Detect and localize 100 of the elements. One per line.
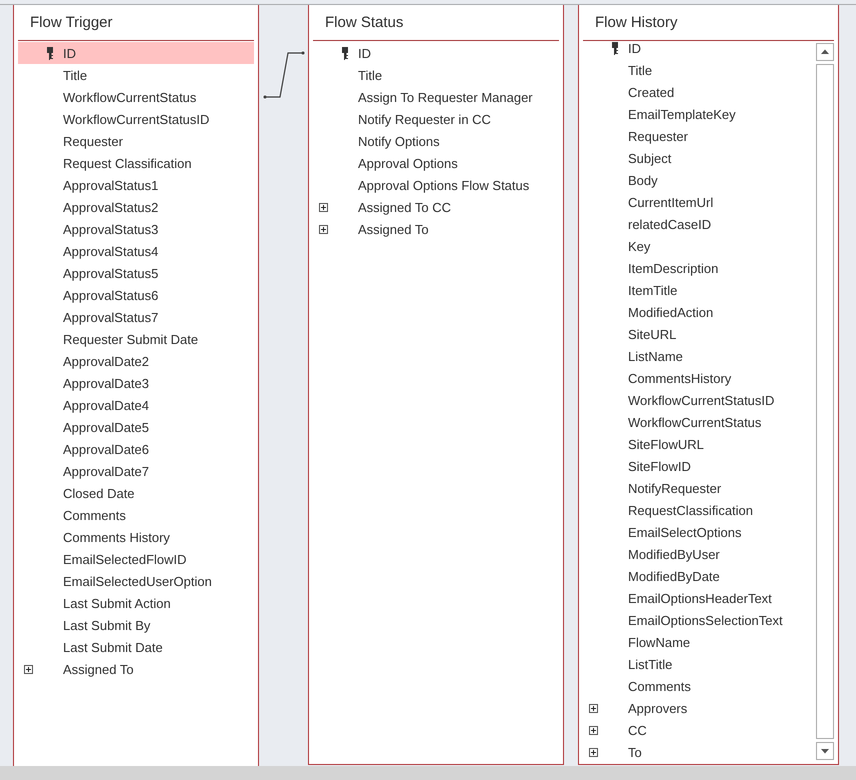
field-row[interactable]: EmailOptionsHeaderText bbox=[583, 587, 816, 609]
field-row[interactable]: SiteURL bbox=[583, 323, 816, 345]
field-row[interactable]: To bbox=[583, 741, 816, 763]
field-row[interactable]: NotifyRequester bbox=[583, 477, 816, 499]
field-row[interactable]: CurrentItemUrl bbox=[583, 191, 816, 213]
field-row[interactable]: ApprovalDate6 bbox=[18, 438, 254, 460]
field-row[interactable]: Title bbox=[313, 64, 559, 86]
field-row[interactable]: WorkflowCurrentStatus bbox=[583, 411, 816, 433]
field-row[interactable]: Assigned To bbox=[313, 218, 559, 240]
field-row[interactable]: Notify Options bbox=[313, 130, 559, 152]
field-row[interactable]: Body bbox=[583, 169, 816, 191]
expand-icon[interactable] bbox=[589, 726, 598, 734]
field-row[interactable]: relatedCaseID bbox=[583, 213, 816, 235]
field-row[interactable]: Assigned To bbox=[18, 658, 254, 680]
field-row[interactable]: ApprovalStatus3 bbox=[18, 218, 254, 240]
field-row[interactable]: Requester bbox=[583, 125, 816, 147]
field-row[interactable]: Approval Options Flow Status bbox=[313, 174, 559, 196]
field-name: EmailSelectOptions bbox=[628, 524, 742, 540]
field-name: ApprovalStatus1 bbox=[63, 178, 158, 192]
field-row[interactable]: Notify Requester in CC bbox=[313, 108, 559, 130]
field-name: CommentsHistory bbox=[628, 370, 732, 386]
field-row[interactable]: Assign To Requester Manager bbox=[313, 86, 559, 108]
field-row[interactable]: ApprovalStatus7 bbox=[18, 306, 254, 328]
field-row[interactable]: ApprovalDate2 bbox=[18, 350, 254, 372]
field-row[interactable]: CC bbox=[583, 719, 816, 741]
scroll-down-icon[interactable] bbox=[816, 742, 834, 760]
expand-icon[interactable] bbox=[24, 664, 33, 674]
field-name: NotifyRequester bbox=[628, 480, 722, 496]
field-row[interactable]: Last Submit By bbox=[18, 614, 254, 636]
field-row[interactable]: ItemDescription bbox=[583, 257, 816, 279]
field-row[interactable]: ApprovalDate5 bbox=[18, 416, 254, 438]
field-row[interactable]: Subject bbox=[583, 147, 816, 169]
relationship-line bbox=[264, 52, 304, 98]
field-row[interactable]: WorkflowCurrentStatusID bbox=[18, 108, 254, 130]
field-row[interactable]: Comments bbox=[18, 504, 254, 526]
field-row[interactable]: Approvers bbox=[583, 697, 816, 719]
expand-icon[interactable] bbox=[319, 202, 328, 212]
field-name: Comments History bbox=[63, 530, 170, 544]
expand-icon[interactable] bbox=[589, 704, 598, 712]
field-name: Key bbox=[628, 238, 650, 254]
field-row[interactable]: WorkflowCurrentStatusID bbox=[583, 389, 816, 411]
field-row[interactable]: ApprovalStatus6 bbox=[18, 284, 254, 306]
field-name: Subject bbox=[628, 150, 672, 166]
field-row[interactable]: WorkflowCurrentStatus bbox=[18, 86, 254, 108]
table-window[interactable] bbox=[578, 5, 839, 765]
field-row[interactable]: ApprovalStatus5 bbox=[18, 262, 254, 284]
field-row[interactable]: ListTitle bbox=[583, 653, 816, 675]
field-row[interactable]: EmailSelectedUserOption bbox=[18, 570, 254, 592]
field-name: CC bbox=[628, 722, 647, 738]
expand-icon[interactable] bbox=[319, 224, 328, 234]
field-row[interactable]: EmailSelectedFlowID bbox=[18, 548, 254, 570]
field-row[interactable]: ModifiedAction bbox=[583, 301, 816, 323]
expand-icon[interactable] bbox=[589, 748, 598, 756]
field-row[interactable]: CommentsHistory bbox=[583, 367, 816, 389]
field-name: EmailOptionsHeaderText bbox=[628, 590, 772, 606]
field-row[interactable]: ID bbox=[313, 42, 559, 64]
scroll-up-icon[interactable] bbox=[816, 43, 834, 61]
field-row[interactable]: ModifiedByDate bbox=[583, 565, 816, 587]
field-row[interactable]: ListName bbox=[583, 345, 816, 367]
field-row[interactable]: SiteFlowURL bbox=[583, 433, 816, 455]
field-row[interactable]: Created bbox=[583, 81, 816, 103]
field-row[interactable]: Comments History bbox=[18, 526, 254, 548]
field-name: Last Submit Action bbox=[63, 596, 171, 610]
field-name: Requester bbox=[63, 134, 123, 148]
selected-field-row[interactable]: ID bbox=[18, 42, 254, 64]
field-name: ApprovalDate3 bbox=[63, 376, 149, 390]
field-row[interactable]: Last Submit Date bbox=[18, 636, 254, 658]
field-row[interactable]: ID bbox=[583, 42, 816, 59]
field-row[interactable]: Request Classification bbox=[18, 152, 254, 174]
field-row[interactable]: ApprovalStatus4 bbox=[18, 240, 254, 262]
field-row[interactable]: ApprovalStatus1 bbox=[18, 174, 254, 196]
field-name: EmailSelectedUserOption bbox=[63, 574, 212, 588]
field-row[interactable]: EmailSelectOptions bbox=[583, 521, 816, 543]
field-row[interactable]: ItemTitle bbox=[583, 279, 816, 301]
field-row[interactable]: FlowName bbox=[583, 631, 816, 653]
field-row[interactable]: SiteFlowID bbox=[583, 455, 816, 477]
field-name: Request Classification bbox=[63, 156, 192, 170]
field-row[interactable]: Assigned To CC bbox=[313, 196, 559, 218]
table-window[interactable]: Flow Status ID Title Assign To Requester Manager Notify Requester in CC Notify Options Approval Options Approval Options Flow Status Assigned To CC Assigned To bbox=[308, 5, 564, 765]
field-row[interactable]: Title bbox=[583, 59, 816, 81]
field-row[interactable]: ModifiedByUser bbox=[583, 543, 816, 565]
table-title: Flow Trigger bbox=[30, 14, 113, 31]
field-row[interactable]: Comments bbox=[583, 675, 816, 697]
field-row[interactable]: EmailOptionsSelectionText bbox=[583, 609, 816, 631]
field-row[interactable]: RequestClassification bbox=[583, 499, 816, 521]
field-name: ListTitle bbox=[628, 656, 672, 672]
field-row[interactable]: Requester Submit Date bbox=[18, 328, 254, 350]
table-window[interactable] bbox=[13, 5, 259, 767]
field-row[interactable]: Last Submit Action bbox=[18, 592, 254, 614]
field-row[interactable]: ApprovalStatus2 bbox=[18, 196, 254, 218]
field-row[interactable]: EmailTemplateKey bbox=[583, 103, 816, 125]
field-row[interactable]: Approval Options bbox=[313, 152, 559, 174]
field-row[interactable]: ApprovalDate4 bbox=[18, 394, 254, 416]
field-row[interactable]: Requester bbox=[18, 130, 254, 152]
field-row[interactable]: ApprovalDate7 bbox=[18, 460, 254, 482]
field-row[interactable]: Title bbox=[18, 64, 254, 86]
field-row[interactable]: Key bbox=[583, 235, 816, 257]
field-row[interactable]: Closed Date bbox=[18, 482, 254, 504]
field-name: WorkflowCurrentStatusID bbox=[63, 112, 210, 126]
field-row[interactable]: ApprovalDate3 bbox=[18, 372, 254, 394]
